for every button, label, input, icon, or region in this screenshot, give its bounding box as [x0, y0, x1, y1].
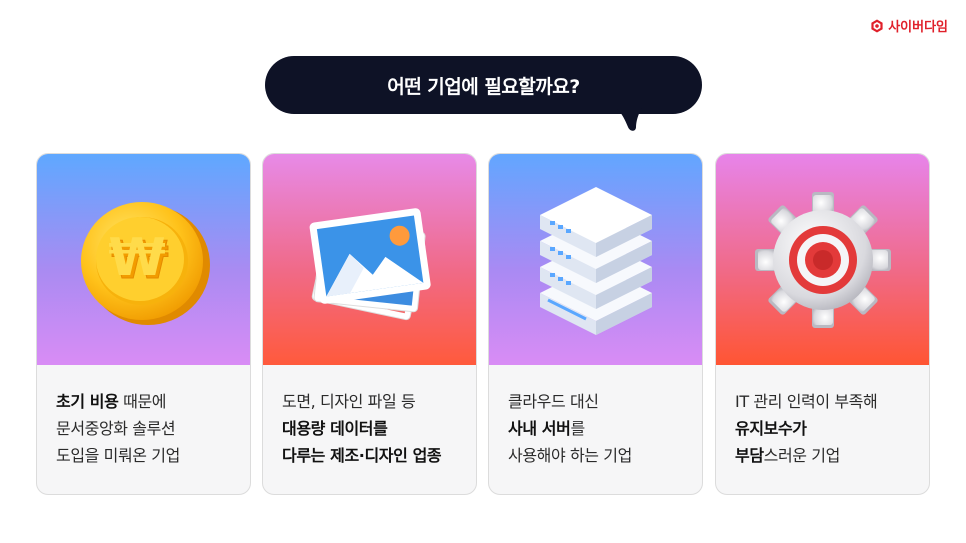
question-bubble: 어떤 기업에 필요할까요? — [265, 56, 702, 114]
card-line: 문서중앙화 솔루션 — [56, 419, 176, 438]
card-illustration — [263, 154, 476, 365]
card-line: 다루는 제조·디자인 업종 — [282, 446, 442, 465]
card-illustration — [716, 154, 929, 365]
card-description: IT 관리 인력이 부족해 유지보수가 부담스러운 기업 — [716, 365, 929, 469]
brand-logo: 사이버다임 — [870, 16, 948, 35]
brand-mark-icon — [871, 19, 883, 32]
card-on-premise: 클라우드 대신 사내 서버를 사용해야 하는 기업 — [488, 153, 703, 495]
card-line: 사내 서버를 — [508, 419, 585, 438]
card-large-data: 도면, 디자인 파일 등 대용량 데이터를 다루는 제조·디자인 업종 — [262, 153, 477, 495]
card-line: 초기 비용 때문에 — [56, 392, 167, 411]
card-maintenance: IT 관리 인력이 부족해 유지보수가 부담스러운 기업 — [715, 153, 930, 495]
won-coin-icon: ₩ ₩ — [80, 201, 210, 325]
image-stack-icon — [309, 207, 431, 320]
brand-name: 사이버다임 — [888, 20, 948, 35]
card-line: 도면, 디자인 파일 등 — [282, 392, 416, 411]
card-line: 부담스러운 기업 — [735, 446, 840, 465]
card-line: IT 관리 인력이 부족해 — [735, 392, 878, 411]
card-illustration — [489, 154, 702, 365]
server-icon — [539, 186, 652, 335]
card-cost: ₩ ₩ 초기 비용 때문에 문서중앙화 솔루션 도입을 미뤄온 기업 — [36, 153, 251, 495]
card-line: 대용량 데이터를 — [282, 419, 388, 438]
card-line: 유지보수가 — [735, 419, 807, 438]
card-description: 클라우드 대신 사내 서버를 사용해야 하는 기업 — [489, 365, 702, 469]
card-line: 클라우드 대신 — [508, 392, 599, 411]
svg-text:₩: ₩ — [108, 228, 165, 288]
page-title: 어떤 기업에 필요할까요? — [387, 75, 580, 98]
card-description: 초기 비용 때문에 문서중앙화 솔루션 도입을 미뤄온 기업 — [37, 365, 250, 469]
card-illustration: ₩ ₩ — [37, 154, 250, 365]
card-line: 도입을 미뤄온 기업 — [56, 446, 180, 465]
card-line: 사용해야 하는 기업 — [508, 446, 632, 465]
gear-icon — [754, 191, 891, 328]
bubble-tail — [616, 108, 642, 131]
card-description: 도면, 디자인 파일 등 대용량 데이터를 다루는 제조·디자인 업종 — [263, 365, 476, 469]
